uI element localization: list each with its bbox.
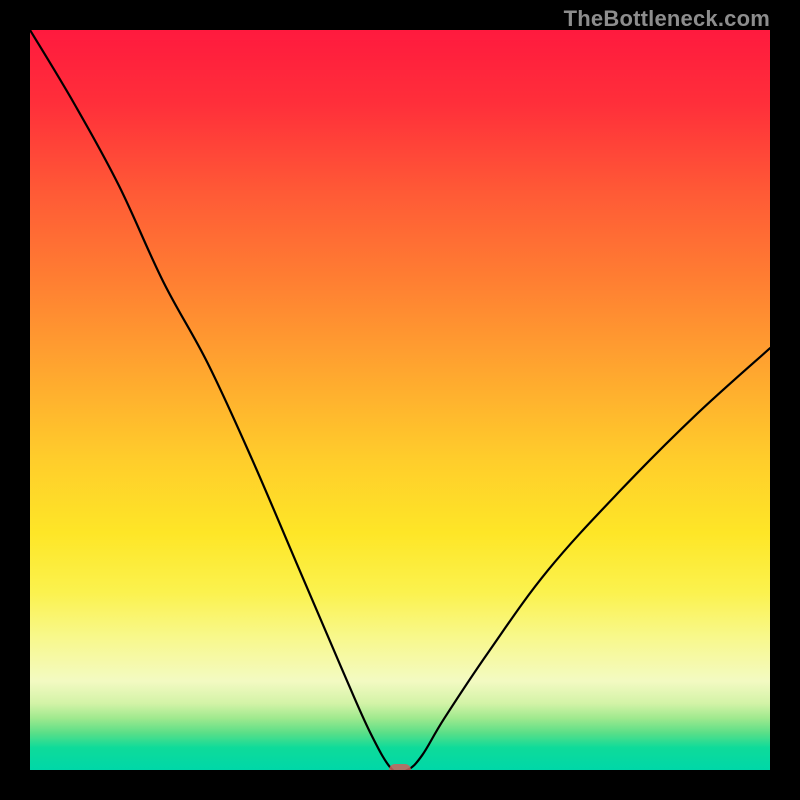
bottleneck-curve-line <box>30 30 770 770</box>
plot-area <box>30 30 770 770</box>
watermark-text: TheBottleneck.com <box>564 6 770 32</box>
optimal-marker <box>389 764 411 770</box>
curve-svg <box>30 30 770 770</box>
chart-frame: TheBottleneck.com <box>0 0 800 800</box>
